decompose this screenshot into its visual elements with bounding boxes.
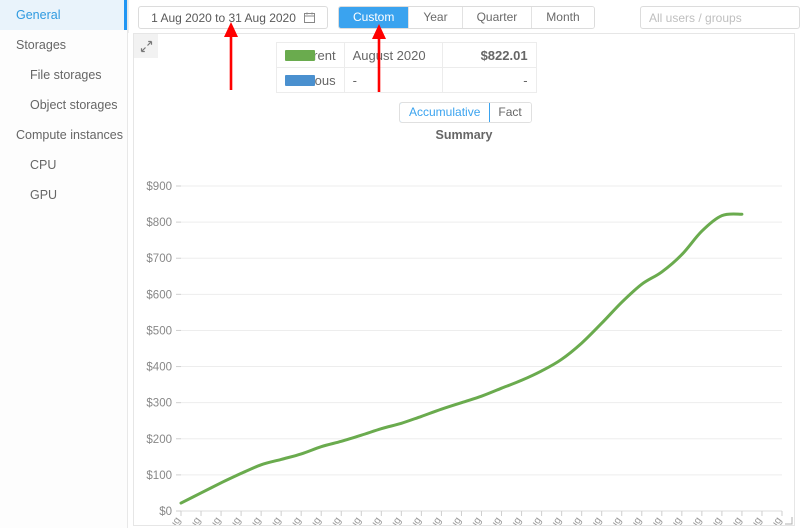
- sidebar: General Storages File storages Object stora…: [0, 0, 128, 528]
- sidebar-item-gpu[interactable]: GPU: [0, 180, 127, 210]
- y-axis-tick-label: $600: [146, 289, 172, 301]
- chart-svg: $0$100$200$300$400$500$600$700$800$90001…: [146, 181, 784, 525]
- range-button-year[interactable]: Year: [409, 7, 463, 28]
- legend-series-name: Previous: [276, 67, 345, 93]
- range-button-month[interactable]: Month: [532, 7, 594, 28]
- toolbar-divider: [128, 0, 129, 33]
- legend-period: August 2020: [343, 42, 443, 68]
- usage-statistics-page: General Storages File storages Object stora…: [0, 0, 800, 528]
- sidebar-item-label: CPU: [30, 158, 57, 172]
- y-axis-tick-label: $500: [146, 325, 172, 337]
- sidebar-item-general[interactable]: General: [0, 0, 127, 30]
- expand-arrows-icon[interactable]: [134, 34, 158, 58]
- date-range-input[interactable]: 1 Aug 2020 to 31 Aug 2020: [138, 6, 328, 29]
- calendar-icon[interactable]: [303, 12, 315, 23]
- range-button-quarter[interactable]: Quarter: [462, 7, 533, 28]
- mode-button-fact[interactable]: Fact: [489, 103, 531, 122]
- sidebar-item-storages[interactable]: Storages: [0, 30, 127, 60]
- resize-handle-icon[interactable]: [783, 514, 793, 525]
- sidebar-item-label: GPU: [30, 188, 58, 202]
- summary-line-chart: $0$100$200$300$400$500$600$700$800$90001…: [134, 144, 794, 525]
- legend-total-value: -: [441, 67, 537, 93]
- sidebar-item-file-storages[interactable]: File storages: [0, 60, 127, 90]
- legend-color-swatch: [285, 75, 315, 86]
- y-axis-tick-label: $700: [146, 253, 172, 265]
- series-legend-table: CurrentAugust 2020$822.01Previous--: [276, 42, 537, 93]
- legend-series-name: Current: [276, 42, 345, 68]
- legend-period: -: [343, 67, 443, 93]
- sidebar-item-cpu[interactable]: CPU: [0, 150, 127, 180]
- legend-row: CurrentAugust 2020$822.01: [276, 42, 537, 68]
- mode-button-accumulative[interactable]: Accumulative: [399, 103, 491, 122]
- y-axis-tick-label: $200: [146, 434, 172, 446]
- legend-color-swatch: [285, 50, 315, 61]
- y-axis-tick-label: $300: [146, 398, 172, 410]
- toolbar: 1 Aug 2020 to 31 Aug 2020 Custom Year Quar…: [128, 0, 800, 33]
- sidebar-item-label: Object storages: [30, 98, 118, 112]
- y-axis-tick-label: $0: [159, 506, 172, 518]
- user-group-filter-input[interactable]: [640, 6, 800, 29]
- sidebar-item-label: Compute instances: [16, 128, 124, 142]
- legend-row: Previous--: [276, 67, 537, 93]
- sidebar-item-label: Storages: [16, 38, 67, 52]
- sidebar-item-object-storages[interactable]: Object storages: [0, 90, 127, 120]
- chart-title: Summary: [435, 128, 493, 142]
- chart-mode-group: Accumulative Fact: [399, 102, 532, 123]
- y-axis-tick-label: $900: [146, 181, 172, 193]
- chart-series-line-current: [179, 212, 744, 505]
- y-axis-tick-label: $100: [146, 470, 172, 482]
- range-preset-group: Custom Year Quarter Month: [338, 6, 595, 29]
- sidebar-item-compute-instances[interactable]: Compute instances: [0, 120, 127, 150]
- sidebar-item-label: General: [16, 8, 61, 22]
- legend-total-value: $822.01: [441, 42, 537, 68]
- range-button-custom[interactable]: Custom: [339, 7, 410, 28]
- y-axis-tick-label: $800: [146, 217, 172, 229]
- y-axis-tick-label: $400: [146, 362, 172, 374]
- sidebar-item-label: File storages: [30, 68, 102, 82]
- chart-panel: CurrentAugust 2020$822.01Previous-- Accu…: [133, 33, 795, 526]
- date-range-label: 1 Aug 2020 to 31 Aug 2020: [151, 10, 296, 25]
